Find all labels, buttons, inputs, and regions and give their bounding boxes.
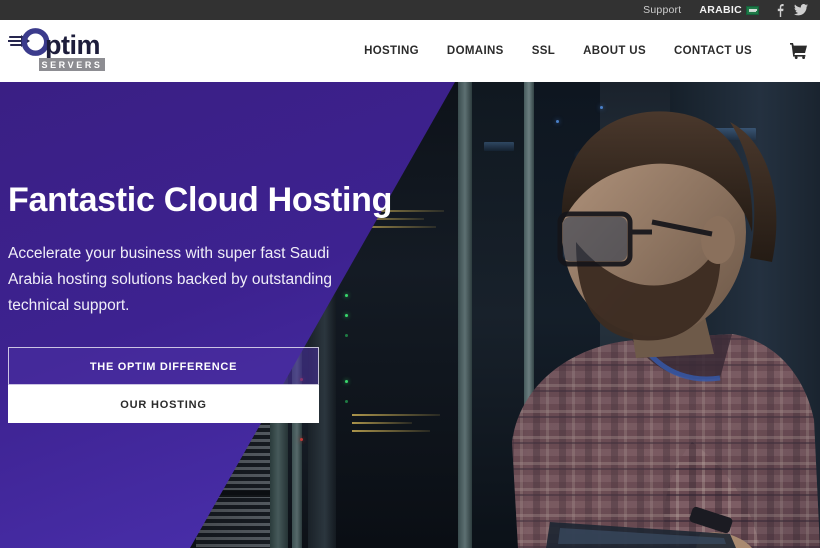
top-utility-bar: Support ARABIC (0, 0, 820, 20)
nav-item-ssl[interactable]: SSL (518, 20, 569, 82)
nav-item-hosting[interactable]: HOSTING (350, 20, 433, 82)
language-switcher[interactable]: ARABIC (690, 4, 768, 16)
hero-content: Fantastic Cloud Hosting Accelerate your … (8, 82, 428, 424)
facebook-icon[interactable] (768, 0, 790, 20)
page-root: Support ARABIC ptim SERVERS HOSTING DOMA… (0, 0, 820, 548)
support-link[interactable]: Support (634, 0, 690, 20)
hero-cta-group: THE OPTIM DIFFERENCE OUR HOSTING (8, 347, 319, 424)
language-label: ARABIC (699, 4, 742, 16)
shopping-cart-icon[interactable] (780, 20, 816, 82)
nav-item-contact-us[interactable]: CONTACT US (660, 20, 766, 82)
nav-item-domains[interactable]: DOMAINS (433, 20, 518, 82)
technician-figure (512, 111, 820, 548)
main-navigation: HOSTING DOMAINS SSL ABOUT US CONTACT US (350, 20, 820, 82)
twitter-icon[interactable] (790, 0, 812, 20)
the-optim-difference-button[interactable]: THE OPTIM DIFFERENCE (8, 347, 319, 386)
hero-subtitle: Accelerate your business with super fast… (8, 245, 332, 315)
hero-title: Fantastic Cloud Hosting (8, 181, 393, 219)
site-header: ptim SERVERS HOSTING DOMAINS SSL ABOUT U… (0, 20, 820, 82)
our-hosting-button[interactable]: OUR HOSTING (8, 385, 319, 424)
nav-item-about-us[interactable]: ABOUT US (569, 20, 660, 82)
site-logo[interactable]: ptim SERVERS (8, 28, 108, 74)
top-utility-bar-inner: Support ARABIC (634, 0, 812, 20)
saudi-arabia-flag-icon (746, 5, 759, 15)
svg-text:ptim: ptim (45, 30, 100, 60)
svg-text:SERVERS: SERVERS (41, 60, 102, 70)
hero-section: Fantastic Cloud Hosting Accelerate your … (0, 82, 820, 548)
